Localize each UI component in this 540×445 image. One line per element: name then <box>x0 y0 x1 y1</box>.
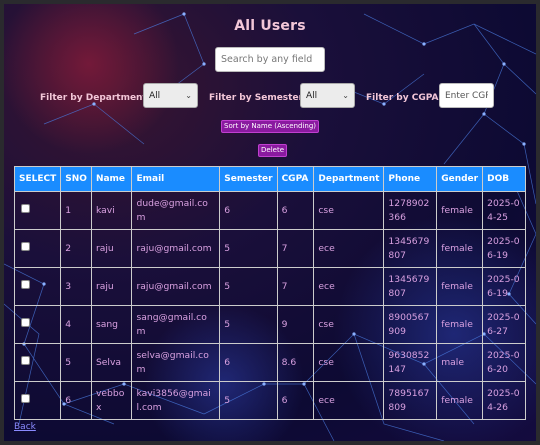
cell-select <box>13 343 62 382</box>
header-gender: Gender <box>436 166 484 192</box>
cell-name: Selva <box>90 343 133 382</box>
cell-email: selva@gmail.com <box>131 343 221 382</box>
cell-dob: 2025-06-20 <box>482 343 526 382</box>
header-department: Department <box>313 166 385 192</box>
cell-department: cse <box>313 191 385 230</box>
cell-sno: 5 <box>60 343 92 382</box>
header-name: Name <box>90 166 133 192</box>
table-row: 5 Selva selva@gmail.com 6 8.6 cse 9630852147 ma… <box>13 343 526 382</box>
cell-gender: male <box>436 343 484 382</box>
cell-cgpa: 9 <box>276 305 315 344</box>
cell-department: ece <box>313 267 385 306</box>
department-select[interactable]: All ⌄ <box>143 83 198 108</box>
cell-department: ece <box>313 229 385 268</box>
cell-email: raju@gmail.com <box>131 267 221 306</box>
cell-phone: 1345679807 <box>383 229 438 268</box>
cell-cgpa: 7 <box>276 267 315 306</box>
cell-sno: 2 <box>60 229 92 268</box>
search-input[interactable] <box>215 47 325 72</box>
cell-email: dude@gmail.com <box>131 191 221 230</box>
delete-button[interactable]: Delete <box>258 144 287 157</box>
cell-department: ece <box>313 381 385 420</box>
cell-select <box>13 381 62 420</box>
table-row: 2 raju raju@gmail.com 5 7 ece 1345679807 female… <box>13 229 526 268</box>
cell-sno: 6 <box>60 381 92 420</box>
cell-sno: 1 <box>60 191 92 230</box>
cell-gender: female <box>436 191 484 230</box>
cell-name: raju <box>90 267 133 306</box>
cell-dob: 2025-04-26 <box>482 381 526 420</box>
cell-gender: female <box>436 305 484 344</box>
cell-dob: 2025-06-27 <box>482 305 526 344</box>
header-email: Email <box>131 166 221 192</box>
cell-select <box>13 305 62 344</box>
table-row: 1 kavi dude@gmail.com 6 6 cse 1278902366 female… <box>13 191 526 230</box>
header-semester: Semester <box>219 166 278 192</box>
cell-email: raju@gmail.com <box>131 229 221 268</box>
cgpa-filter-label: Filter by CGPA: <box>366 93 443 103</box>
cell-semester: 5 <box>219 229 278 268</box>
cell-gender: female <box>436 381 484 420</box>
header-cgpa: CGPA <box>276 166 315 192</box>
cell-gender: female <box>436 229 484 268</box>
cell-email: sang@gmail.com <box>131 305 221 344</box>
cell-sno: 3 <box>60 267 92 306</box>
cell-cgpa: 7 <box>276 229 315 268</box>
semester-select[interactable]: All ⌄ <box>300 83 355 108</box>
cell-cgpa: 6 <box>276 381 315 420</box>
cell-dob: 2025-06-19 <box>482 267 526 306</box>
chevron-down-icon: ⌄ <box>342 91 349 100</box>
cell-department: cse <box>313 343 385 382</box>
cell-select <box>13 191 62 230</box>
row-checkbox[interactable] <box>21 241 30 251</box>
cell-semester: 5 <box>219 381 278 420</box>
cell-email: kavi3856@gmail.com <box>131 381 221 420</box>
cell-phone: 1345679807 <box>383 267 438 306</box>
cell-name: vebbox <box>90 381 133 420</box>
department-filter-label: Filter by Department: <box>40 93 151 103</box>
table-row: 6 vebbox kavi3856@gmail.com 5 6 ece 7895167809… <box>13 381 526 420</box>
cell-cgpa: 6 <box>276 191 315 230</box>
chevron-down-icon: ⌄ <box>185 91 192 100</box>
cell-select <box>13 267 62 306</box>
row-checkbox[interactable] <box>21 393 30 403</box>
row-checkbox[interactable] <box>21 355 30 365</box>
cgpa-input[interactable] <box>439 83 494 108</box>
back-link[interactable]: Back <box>14 422 36 432</box>
sort-by-name-button[interactable]: Sort by Name (Ascending) <box>221 120 320 133</box>
row-checkbox[interactable] <box>21 203 30 213</box>
cell-semester: 6 <box>219 343 278 382</box>
cell-phone: 1278902366 <box>383 191 438 230</box>
semester-select-value: All <box>306 90 318 101</box>
cell-semester: 5 <box>219 267 278 306</box>
table-header-row: SELECT SNO Name Email Semester CGPA Depa… <box>13 166 526 192</box>
cell-dob: 2025-06-19 <box>482 229 526 268</box>
cell-sno: 4 <box>60 305 92 344</box>
cell-name: sang <box>90 305 133 344</box>
cell-semester: 5 <box>219 305 278 344</box>
header-sno: SNO <box>60 166 92 192</box>
department-select-value: All <box>149 90 161 101</box>
table-row: 4 sang sang@gmail.com 5 9 cse 8900567909 female… <box>13 305 526 344</box>
table-row: 3 raju raju@gmail.com 5 7 ece 1345679807 female… <box>13 267 526 306</box>
cell-department: cse <box>313 305 385 344</box>
header-dob: DOB <box>482 166 526 192</box>
header-select: SELECT <box>13 166 62 192</box>
row-checkbox[interactable] <box>21 317 30 327</box>
cell-gender: female <box>436 267 484 306</box>
cell-phone: 8900567909 <box>383 305 438 344</box>
cell-select <box>13 229 62 268</box>
row-checkbox[interactable] <box>21 279 30 289</box>
cell-phone: 9630852147 <box>383 343 438 382</box>
header-phone: Phone <box>383 166 438 192</box>
cell-semester: 6 <box>219 191 278 230</box>
cell-dob: 2025-04-25 <box>482 191 526 230</box>
users-table: SELECT SNO Name Email Semester CGPA Depa… <box>13 166 526 420</box>
page-title: All Users <box>234 18 306 34</box>
cell-name: kavi <box>90 191 133 230</box>
cell-phone: 7895167809 <box>383 381 438 420</box>
cell-name: raju <box>90 229 133 268</box>
semester-filter-label: Filter by Semester: <box>209 93 307 103</box>
cell-cgpa: 8.6 <box>276 343 315 382</box>
